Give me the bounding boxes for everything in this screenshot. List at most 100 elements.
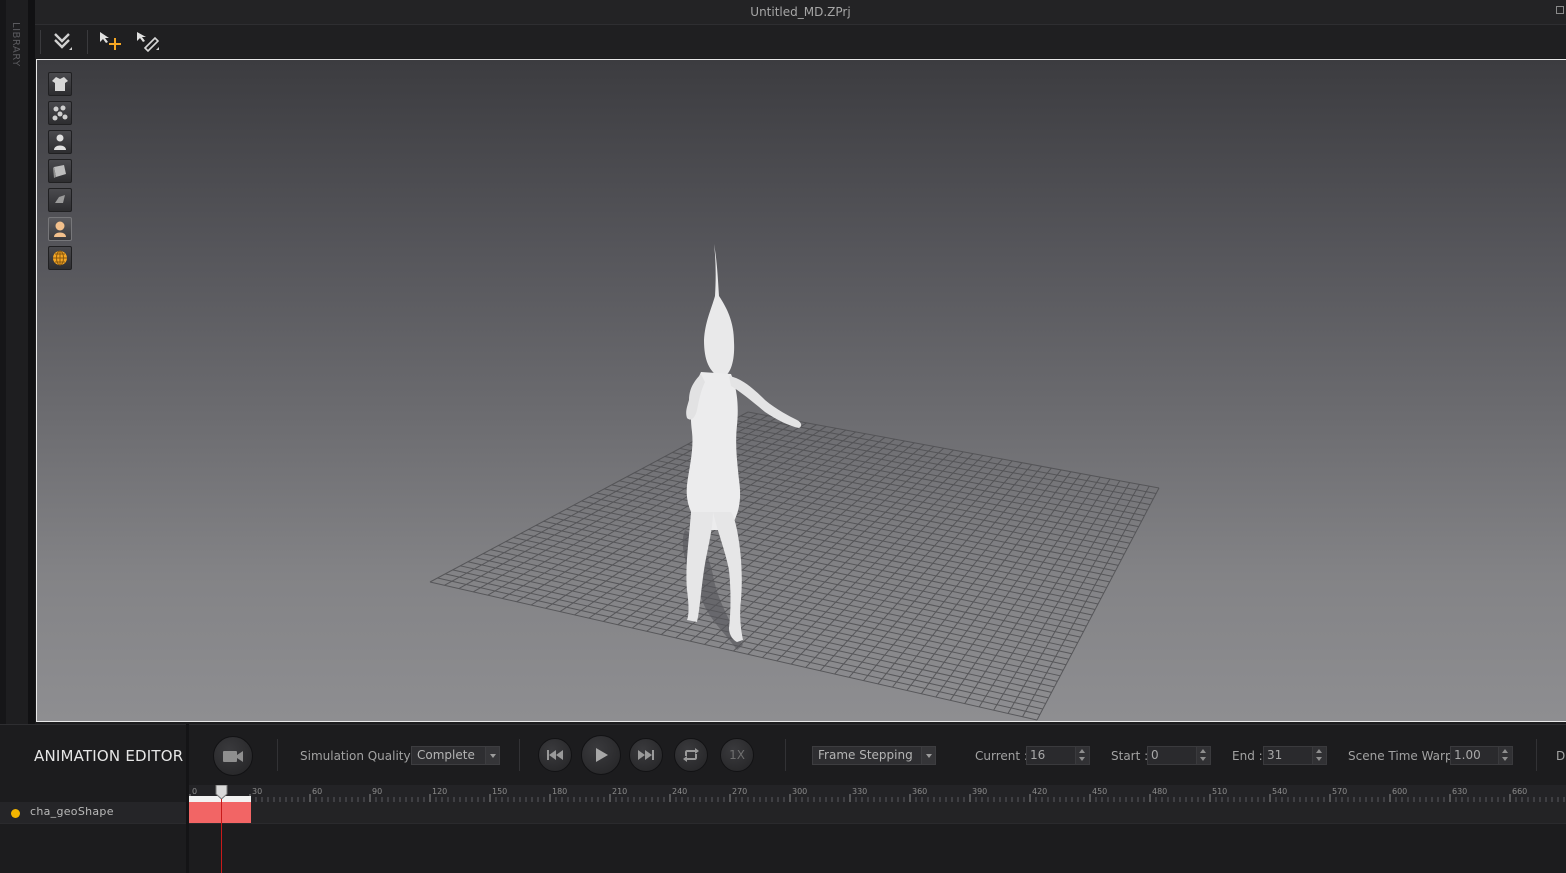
ruler-label: 210 [612, 787, 627, 796]
track-list-divider [186, 724, 189, 873]
ruler-label: 360 [912, 787, 927, 796]
library-panel-tab[interactable] [6, 0, 29, 725]
ruler-label: 270 [732, 787, 747, 796]
scene-render [429, 244, 1160, 721]
ruler-label: 390 [972, 787, 987, 796]
timeline-area[interactable]: 0 30 60 90 120 150 180 210 240 270 300 330 360 390 420… [0, 785, 1566, 873]
start-frame-value: 0 [1151, 748, 1159, 762]
start-frame-label: Start : [1111, 749, 1149, 763]
globe-grid-tool-button[interactable] [48, 246, 72, 270]
ruler-label: 330 [852, 787, 867, 796]
particles-tool-button[interactable] [48, 101, 72, 125]
ruler-ticks: 0 30 60 90 120 150 180 210 240 270 300 330 360 390 420… [189, 787, 1565, 802]
ruler-label: 150 [492, 787, 507, 796]
end-frame-value: 31 [1267, 748, 1283, 762]
garment-icon [52, 77, 68, 91]
avatar-skin-tool-button[interactable] [48, 217, 72, 241]
grid-line [505, 541, 1067, 666]
grid-line [1007, 484, 1140, 714]
fabric-tool-button[interactable] [48, 159, 72, 183]
ruler-label: 300 [792, 787, 807, 796]
fabric-icon [53, 165, 66, 178]
scene-time-warp-value: 1.00 [1454, 748, 1481, 762]
restore-window-icon[interactable] [1556, 6, 1564, 14]
frame-mode-dropdown[interactable]: Frame Stepping [812, 746, 936, 765]
grid-line [482, 553, 1058, 682]
loop-icon [683, 748, 699, 762]
edit-brush-icon [137, 32, 160, 53]
grid-line [1022, 485, 1150, 717]
globe-grid-icon [53, 250, 67, 266]
skip-back-icon [547, 750, 563, 760]
window-titlebar: Untitled_MD.ZPrj [35, 0, 1566, 25]
ruler-label: 90 [372, 787, 382, 796]
panel-gap [28, 0, 35, 725]
top-toolbar [35, 25, 1566, 58]
ruler-label: 450 [1092, 787, 1107, 796]
texture-tool-button[interactable] [48, 188, 72, 212]
grid-line [452, 569, 1046, 704]
scene-time-warp-label: Scene Time Warp [1348, 749, 1453, 763]
garment-tool-button[interactable] [48, 72, 72, 96]
ruler-label: 600 [1392, 787, 1407, 796]
grid-line [490, 549, 1061, 677]
library-label: LIBRARY [10, 22, 21, 67]
playback-speed-button[interactable]: 1X [720, 738, 754, 772]
stepper-arrows-icon[interactable] [1498, 747, 1512, 764]
start-frame-input[interactable]: 0 [1147, 746, 1211, 765]
camera-icon [223, 751, 243, 762]
play-button[interactable] [581, 735, 621, 775]
animation-editor-bar: ANIMATION EDITOR Simulation Quality Comp… [0, 724, 1566, 785]
avatar-icon [54, 134, 66, 150]
record-camera-button[interactable] [213, 736, 253, 776]
simulation-quality-value: Complete [417, 748, 475, 762]
chevron-down-icon [921, 747, 935, 764]
stepper-arrows-icon[interactable] [1196, 747, 1210, 764]
edit-tool-button[interactable] [134, 28, 162, 56]
ruler-label: 540 [1272, 787, 1287, 796]
ruler-label: 180 [552, 787, 567, 796]
track-label-area[interactable]: cha_geoShape [0, 802, 186, 823]
avatar-tool-button[interactable] [48, 130, 72, 154]
texture-icon [55, 195, 65, 203]
track-clip[interactable] [189, 802, 251, 823]
ruler-label: 30 [252, 787, 262, 796]
go-to-end-button[interactable] [629, 738, 663, 772]
toolbar-separator [40, 30, 41, 54]
current-frame-input[interactable]: 16 [1026, 746, 1090, 765]
toolbar-separator [277, 739, 278, 771]
toolbar-separator [519, 739, 520, 771]
transform-tool-button[interactable] [96, 28, 124, 56]
playhead-marker-icon[interactable] [215, 785, 228, 799]
animation-editor-title: ANIMATION EDITOR [34, 747, 184, 765]
stepper-arrows-icon[interactable] [1312, 747, 1326, 764]
import-button[interactable] [48, 28, 76, 56]
ruler-label: 510 [1212, 787, 1227, 796]
end-frame-label: End : [1232, 749, 1263, 763]
toolbar-separator [785, 739, 786, 771]
ruler-label: 0 [192, 787, 197, 796]
current-frame-value: 16 [1030, 748, 1046, 762]
timeline-ruler[interactable]: 0 30 60 90 120 150 180 210 240 270 300 330 360 390 420… [189, 785, 1566, 802]
grid-line [877, 467, 1052, 685]
simulation-quality-label: Simulation Quality [300, 749, 411, 763]
loop-button[interactable] [674, 738, 708, 772]
ruler-label: 630 [1452, 787, 1467, 796]
floor-grid [429, 411, 1160, 721]
avatar-figure [682, 244, 802, 650]
scene-time-warp-input[interactable]: 1.00 [1450, 746, 1513, 765]
playback-speed-label: 1X [729, 748, 745, 762]
3d-viewport[interactable] [36, 59, 1566, 722]
go-to-start-button[interactable] [538, 738, 572, 772]
play-icon [596, 748, 608, 762]
window-title: Untitled_MD.ZPrj [750, 5, 851, 19]
ruler-label: 660 [1512, 787, 1527, 796]
playhead-line[interactable] [221, 795, 222, 873]
end-frame-input[interactable]: 31 [1263, 746, 1327, 765]
ruler-label: 420 [1032, 787, 1047, 796]
truncated-label: D [1556, 749, 1566, 763]
track-color-dot [11, 809, 20, 818]
track-row[interactable]: cha_geoShape [0, 802, 1566, 824]
stepper-arrows-icon[interactable] [1075, 747, 1089, 764]
simulation-quality-dropdown[interactable]: Complete [411, 746, 500, 765]
